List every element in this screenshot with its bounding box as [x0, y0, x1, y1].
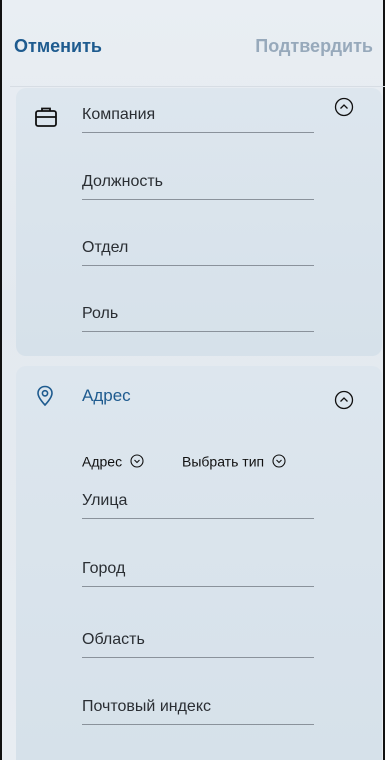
- role-field[interactable]: Роль: [82, 297, 314, 332]
- city-field[interactable]: Город: [82, 552, 314, 587]
- role-placeholder: Роль: [82, 305, 119, 322]
- address-type-dropdown[interactable]: Адрес: [82, 452, 144, 469]
- header-divider: [10, 86, 385, 87]
- position-field[interactable]: Должность: [82, 165, 314, 200]
- chevron-down-icon: [130, 454, 144, 468]
- confirm-button[interactable]: Подтвердить: [255, 36, 373, 57]
- left-border: [0, 0, 2, 760]
- company-placeholder: Компания: [82, 106, 156, 123]
- postal-code-field[interactable]: Почтовый индекс: [82, 690, 314, 725]
- city-placeholder: Город: [82, 560, 126, 577]
- region-placeholder: Область: [82, 631, 145, 648]
- department-placeholder: Отдел: [82, 239, 129, 256]
- chevron-down-icon: [272, 454, 286, 468]
- street-field[interactable]: Улица: [82, 484, 314, 519]
- location-pin-icon: [37, 385, 53, 407]
- collapse-address-toggle[interactable]: [334, 390, 354, 410]
- collapse-work-toggle[interactable]: [334, 97, 354, 117]
- position-placeholder: Должность: [82, 173, 163, 190]
- region-field[interactable]: Область: [82, 623, 314, 658]
- company-field[interactable]: Компания: [82, 98, 314, 133]
- chevron-up-icon: [334, 97, 354, 117]
- street-placeholder: Улица: [82, 492, 128, 509]
- choose-type-dropdown[interactable]: Выбрать тип: [182, 452, 286, 469]
- postal-code-placeholder: Почтовый индекс: [82, 698, 211, 715]
- choose-type-label: Выбрать тип: [182, 453, 265, 470]
- address-section-title: Адрес: [82, 386, 131, 405]
- cancel-button[interactable]: Отменить: [14, 36, 102, 57]
- department-field[interactable]: Отдел: [82, 231, 314, 266]
- address-type-label: Адрес: [82, 453, 123, 470]
- briefcase-icon: [35, 107, 57, 127]
- top-bar: Отменить Подтвердить: [0, 0, 385, 86]
- chevron-up-icon: [334, 390, 354, 410]
